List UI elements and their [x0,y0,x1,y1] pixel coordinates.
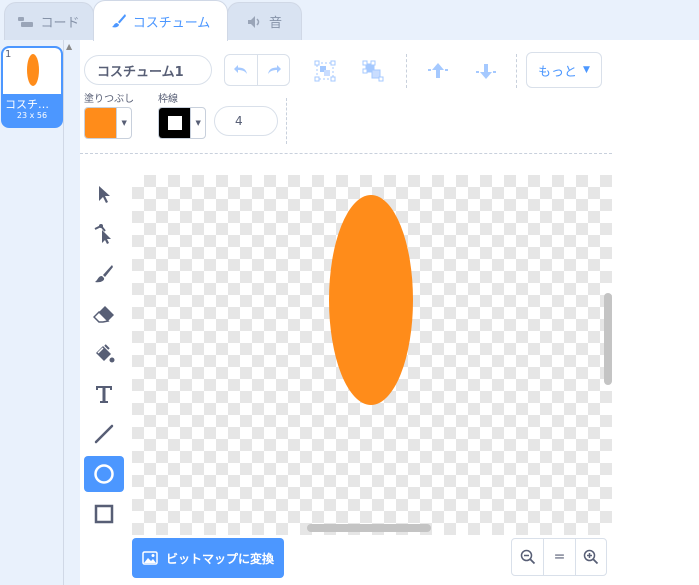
undo-button[interactable] [225,55,257,85]
arrow-up-icon [428,63,448,78]
toolbar-separator [406,54,407,88]
select-arrow-icon [99,186,110,203]
ungroup-button[interactable] [358,56,388,86]
more-button-label: もっと [538,64,578,80]
redo-icon [267,65,281,74]
convert-to-bitmap-button[interactable]: ビットマップに変換 [132,538,284,578]
tool-rectangle[interactable] [84,496,124,532]
horizontal-scrollbar[interactable] [307,524,431,532]
costume-number: 1 [5,49,12,60]
tool-eraser[interactable] [84,296,124,332]
fill-color-picker[interactable]: ▼ [84,107,132,139]
undo-redo-group [224,54,290,86]
brush-icon [111,13,127,29]
outline-width-value: 4 [235,114,243,128]
tool-reshape[interactable] [84,216,124,252]
costume-item-size: 23 x 56 [16,111,48,120]
tool-line[interactable] [84,416,124,452]
costume-name-input[interactable] [84,55,212,85]
toolbar-divider [80,153,612,154]
tab-costumes-label: コスチューム [132,15,211,31]
caret-down-icon: ▼ [116,108,131,138]
fill-label: 塗りつぶし [84,94,135,105]
code-icon [18,16,34,28]
redo-button[interactable] [257,55,289,85]
tab-sounds[interactable]: 音 [227,2,302,40]
more-button[interactable]: もっと ▼ [526,52,602,88]
backward-button[interactable] [471,56,501,86]
outline-width-input[interactable]: 4 [214,106,278,136]
toolbar-separator [286,98,287,144]
zoom-out-button[interactable] [512,539,543,575]
paint-bucket-icon [96,344,115,363]
vertical-scrollbar[interactable] [604,293,612,385]
paint-canvas[interactable] [132,175,612,535]
tool-fill[interactable] [84,336,124,372]
brush-icon [95,265,113,283]
tab-bar: コード コスチューム 音 [0,0,699,41]
arrow-down-icon [476,64,496,79]
group-icon [314,60,336,82]
tab-costumes[interactable]: コスチューム [93,0,228,41]
undo-icon [234,65,247,74]
speaker-icon [247,15,263,29]
costume-thumbnail: 1 [3,48,61,94]
forward-button[interactable] [423,56,453,86]
eraser-icon [93,306,114,323]
zoom-in-icon [583,549,598,565]
tab-sounds-label: 音 [268,16,282,31]
tab-code[interactable]: コード [4,2,94,40]
caret-down-icon: ▼ [583,65,590,75]
reshape-icon [94,224,111,244]
costume-preview-ellipse [27,54,39,86]
zoom-in-button[interactable] [574,539,606,575]
outline-color-swatch [159,108,191,138]
scroll-up-arrow-icon[interactable]: ▲ [66,42,72,51]
group-button[interactable] [310,56,340,86]
image-icon [142,551,158,565]
caret-down-icon: ▼ [190,108,205,138]
tool-circle[interactable] [84,456,124,492]
tab-code-label: コード [40,16,80,31]
ungroup-icon [362,60,384,82]
costume-item-name: コスチューム1 [5,98,61,111]
paint-editor: もっと ▼ 塗りつぶし 枠線 ▼ ▼ 4 [80,40,699,585]
text-icon [96,386,112,403]
tool-select[interactable] [84,176,124,212]
circle-icon [94,464,114,484]
costume-item[interactable]: 1 コスチューム1 23 x 56 [1,46,63,128]
zoom-out-icon [520,549,535,565]
zoom-reset-button[interactable]: = [543,539,574,575]
tool-brush[interactable] [84,256,124,292]
fill-color-swatch [85,108,117,138]
rectangle-icon [94,504,114,524]
toolbar-separator [516,54,517,88]
zoom-controls: = [511,538,607,576]
line-icon [94,424,114,444]
ellipse-shape[interactable] [329,195,413,405]
convert-to-bitmap-label: ビットマップに変換 [166,551,275,566]
tool-text[interactable] [84,376,124,412]
zoom-reset-label: = [553,549,566,565]
outline-color-picker[interactable]: ▼ [158,107,206,139]
costume-list: 1 コスチューム1 23 x 56 [0,40,64,585]
outline-label: 枠線 [158,94,178,105]
